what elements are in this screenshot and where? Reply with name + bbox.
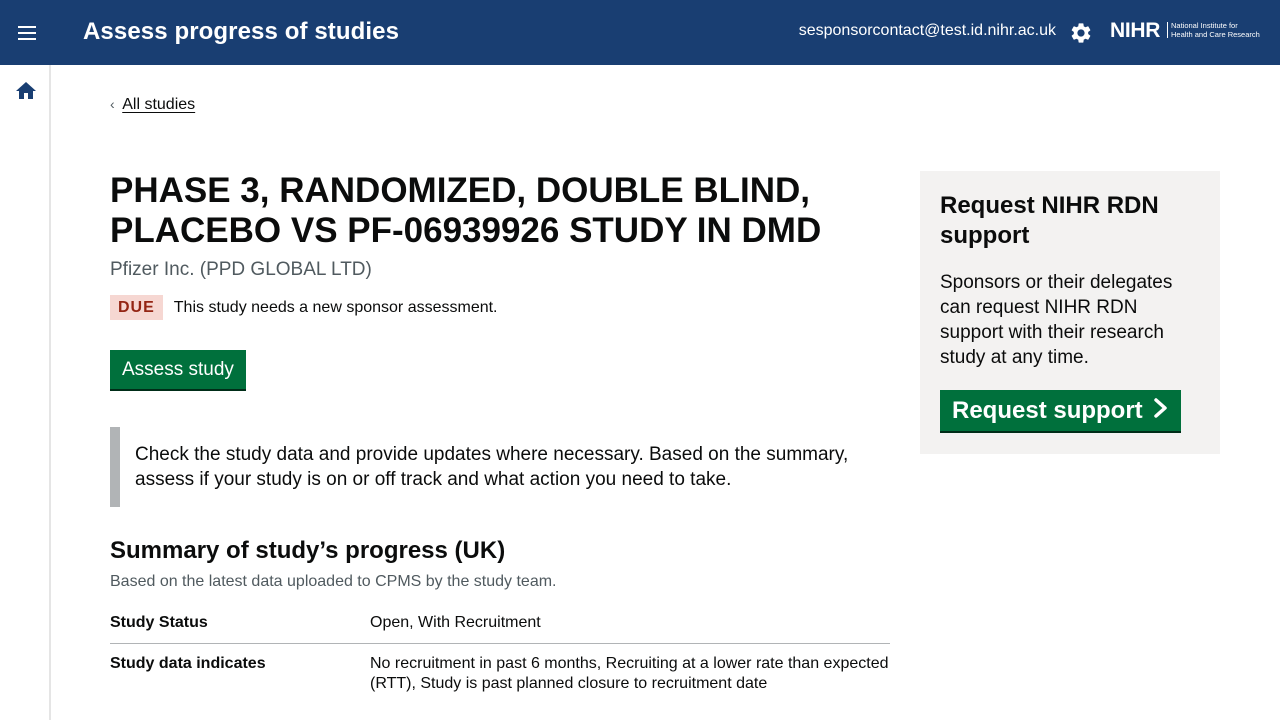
inset-text: Check the study data and provide updates… xyxy=(110,427,890,507)
summary-key: Study data indicates xyxy=(110,655,266,672)
summary-subheading: Based on the latest data uploaded to CPM… xyxy=(110,573,557,590)
status-badge: DUE xyxy=(110,295,163,320)
logo-subtitle-line2: Health and Care Research xyxy=(1171,30,1260,39)
summary-list: Study Status Open, With Recruitment Stud… xyxy=(110,613,890,704)
assess-study-button[interactable]: Assess study xyxy=(110,350,246,389)
sponsor-name: Pfizer Inc. (PPD GLOBAL LTD) xyxy=(110,259,372,280)
summary-key: Study Status xyxy=(110,614,208,631)
request-support-button[interactable]: Request support xyxy=(940,390,1181,431)
support-panel: Request NIHR RDN support Sponsors or the… xyxy=(920,171,1220,454)
side-nav xyxy=(0,65,51,720)
logo-subtitle: National Institute for Health and Care R… xyxy=(1171,21,1260,39)
logo-divider xyxy=(1167,22,1168,38)
chevron-left-icon: ‹ xyxy=(110,96,115,112)
user-email: sesponsorcontact@test.id.nihr.ac.uk xyxy=(798,22,1056,39)
support-text: Sponsors or their delegates can request … xyxy=(940,272,1173,368)
logo-subtitle-line1: National Institute for xyxy=(1171,21,1238,30)
gear-icon[interactable] xyxy=(1069,21,1093,45)
status-text: This study needs a new sponsor assessmen… xyxy=(173,298,498,316)
all-studies-link[interactable]: All studies xyxy=(122,96,195,113)
summary-row-study-status: Study Status Open, With Recruitment xyxy=(110,613,890,644)
page-title: PHASE 3, RANDOMIZED, DOUBLE BLIND, PLACE… xyxy=(110,171,822,250)
support-title: Request NIHR RDN support xyxy=(940,192,1159,249)
logo-wordmark: NIHR xyxy=(1110,19,1161,42)
main-content: PHASE 3, RANDOMIZED, DOUBLE BLIND, PLACE… xyxy=(110,171,890,704)
status-row: DUE This study needs a new sponsor asses… xyxy=(110,295,890,320)
summary-row-study-data-indicates: Study data indicates No recruitment in p… xyxy=(110,644,890,704)
app-title: Assess progress of studies xyxy=(83,18,400,45)
menu-icon[interactable] xyxy=(14,21,40,45)
request-support-label: Request support xyxy=(952,397,1143,424)
breadcrumb: ‹ All studies xyxy=(110,96,195,114)
summary-value: No recruitment in past 6 months, Recruit… xyxy=(370,655,889,692)
app-header: Assess progress of studies sesponsorcont… xyxy=(0,0,1280,65)
summary-heading: Summary of study’s progress (UK) xyxy=(110,537,506,564)
nihr-logo: NIHR National Institute for Health and C… xyxy=(1110,19,1270,43)
home-icon[interactable] xyxy=(14,79,38,103)
summary-value: Open, With Recruitment xyxy=(370,614,541,631)
chevron-right-icon xyxy=(1153,397,1169,425)
